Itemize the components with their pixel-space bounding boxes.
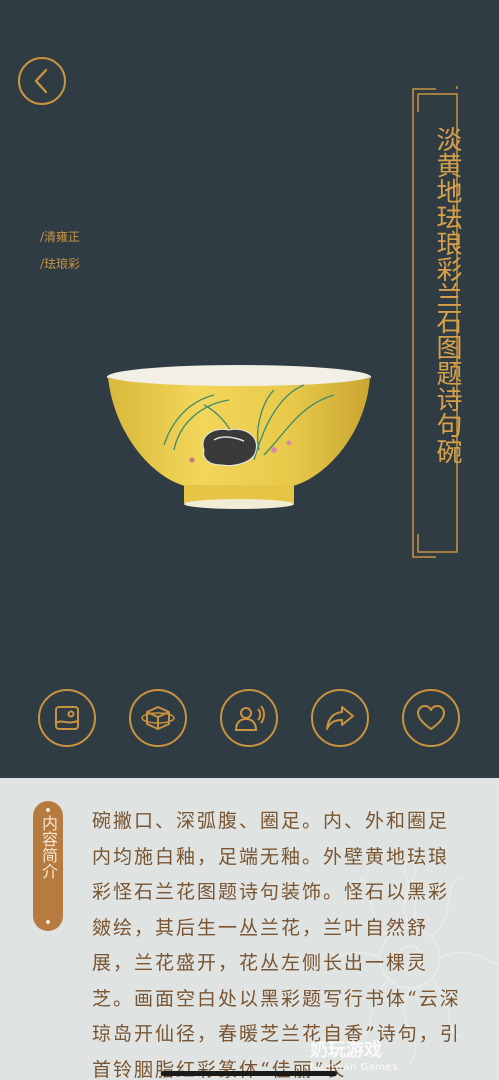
- image-icon: [55, 706, 79, 730]
- intro-tag: 内容简介: [33, 801, 63, 931]
- category-label: /珐琅彩: [40, 257, 81, 271]
- tag-dot-top: [46, 808, 50, 812]
- back-button[interactable]: [18, 57, 66, 105]
- action-bar: [0, 689, 499, 751]
- share-button[interactable]: [311, 689, 369, 747]
- artifact-title: 淡黄地珐琅彩兰石图题诗句碗: [432, 126, 462, 464]
- watermark-cn: 奶玩游戏: [310, 1040, 382, 1061]
- audio-guide-icon: [234, 705, 265, 731]
- title-frame: 淡黄地珐琅彩兰石图题诗句碗: [408, 84, 462, 562]
- bowl-image: [107, 365, 371, 509]
- heart-icon: [417, 705, 445, 730]
- intro-panel: 内容简介 碗撇口、深弧腹、圈足。内、外和圈足内均施白釉，足端无釉。外壁黄地珐琅彩…: [0, 778, 499, 1080]
- audio-guide-button[interactable]: [220, 689, 278, 747]
- 3d-view-button[interactable]: [129, 689, 187, 747]
- 3d-cube-icon: [141, 706, 175, 730]
- intro-text: 碗撇口、深弧腹、圈足。内、外和圈足内均施白釉，足端无釉。外壁黄地珐琅彩怪石兰花图…: [92, 810, 461, 1080]
- intro-tag-label: 内容简介: [39, 815, 58, 879]
- favorite-button[interactable]: [402, 689, 460, 747]
- home-indicator[interactable]: [161, 1071, 337, 1076]
- artifact-hero: /清雍正 /珐琅彩 淡黄地珐琅彩兰石图题诗句碗: [0, 0, 499, 778]
- dynasty-label: /清雍正: [40, 230, 81, 244]
- image-button[interactable]: [38, 689, 96, 747]
- share-icon: [326, 706, 354, 730]
- chevron-left-icon: [34, 68, 48, 94]
- watermark: 奶玩游戏 Nainwan Games: [310, 1036, 398, 1073]
- tag-dot-bottom: [46, 920, 50, 924]
